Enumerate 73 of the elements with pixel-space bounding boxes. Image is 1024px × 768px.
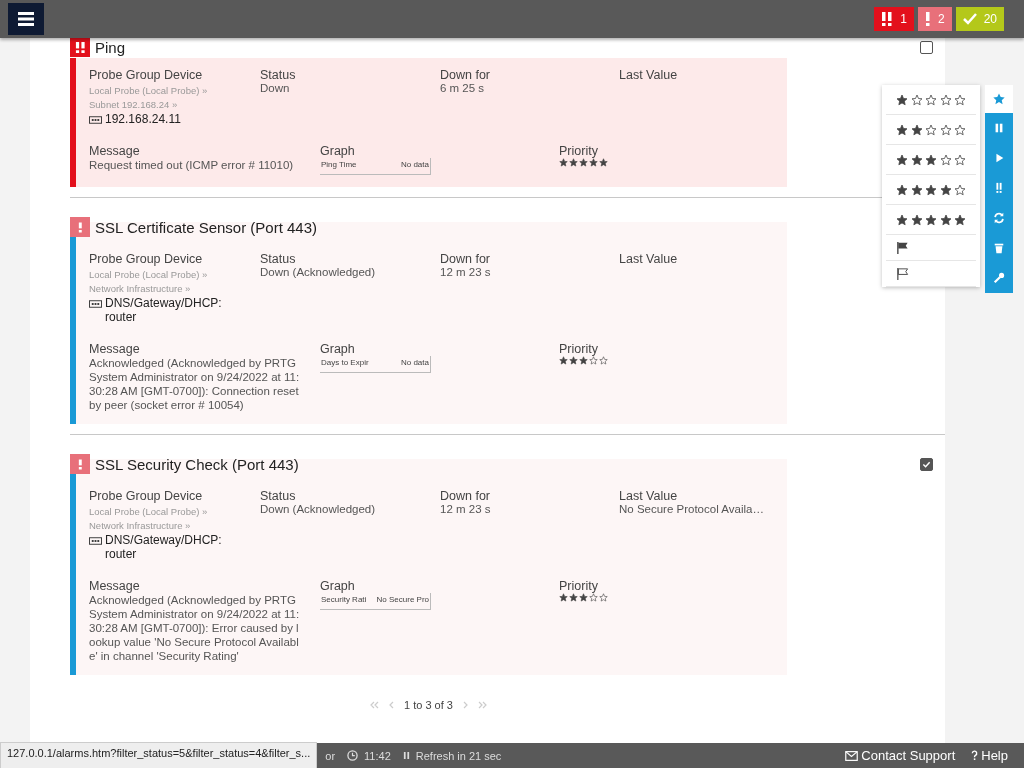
- field-label: Status: [260, 252, 296, 266]
- refresh-countdown: Refresh in 21 sec: [415, 749, 502, 762]
- duration-value: 12 m 23 s: [440, 503, 491, 515]
- sensor-title[interactable]: SSL Certificate Sensor (Port 443): [95, 218, 318, 236]
- device-icon: [89, 116, 102, 124]
- device-link[interactable]: DNS/Gateway/DHCP: router: [105, 296, 245, 324]
- device-icon: [89, 537, 102, 545]
- flag-icon[interactable]: [896, 241, 909, 254]
- device-icon: [89, 300, 102, 308]
- graph-channel: Security Rati: [321, 595, 367, 604]
- menu-button[interactable]: [8, 3, 44, 35]
- contact-support-link[interactable]: Contact Support: [845, 748, 956, 763]
- field-label: Down for: [440, 489, 491, 503]
- footer-text: or: [325, 749, 336, 762]
- message-text: Acknowledged (Acknowledged by PRTG System Administrator on 9/24/2022 at 11:30:28 AM [GMT-0700]): Connection reset by peer (socket error # 10054): [89, 356, 301, 412]
- sensor-title[interactable]: Ping: [95, 38, 126, 56]
- status-badge[interactable]: 1: [874, 7, 914, 31]
- field-label: Status: [260, 489, 296, 503]
- duration-value: 12 m 23 s: [440, 266, 491, 278]
- graph-value: No Secure Pro: [376, 595, 429, 604]
- field-label: Priority: [559, 342, 598, 356]
- field-label: Priority: [559, 144, 598, 158]
- status-value: Down (Acknowledged): [260, 266, 376, 278]
- envelope-icon[interactable]: [845, 750, 859, 761]
- device-link[interactable]: DNS/Gateway/DHCP: router: [105, 533, 245, 561]
- link-url-tooltip: 127.0.0.1/alarms.htm?filter_status=5&filter_status=4&filter_s...: [0, 742, 318, 768]
- duration-value: 6 m 25 s: [440, 82, 485, 94]
- graph-channel: Days to Expir: [321, 358, 369, 367]
- status-value: Down: [260, 82, 290, 94]
- field-label: Status: [260, 68, 296, 82]
- clock-icon: [347, 750, 359, 761]
- wrench-icon[interactable]: [985, 263, 1013, 293]
- field-label: Down for: [440, 252, 491, 266]
- graph-value: No data: [400, 358, 429, 367]
- field-label: Probe Group Device: [89, 68, 203, 82]
- field-label: Message: [89, 144, 140, 158]
- last-value: No Secure Protocol Availa…: [619, 503, 764, 515]
- mini-graph[interactable]: Ping Time No data: [320, 158, 431, 175]
- page-info: 1 to 3 of 3: [404, 699, 453, 711]
- field-label: Graph: [320, 144, 355, 158]
- field-label: Down for: [440, 68, 491, 82]
- priority-stars[interactable]: [896, 153, 966, 166]
- field-label: Priority: [559, 579, 598, 593]
- field-label: Message: [89, 342, 140, 356]
- flag-outline-icon[interactable]: [896, 267, 909, 280]
- device-link[interactable]: 192.168.24.11: [105, 112, 245, 126]
- message-text: Request timed out (ICMP error # 11010): [89, 158, 295, 172]
- status-value: Down (Acknowledged): [260, 503, 376, 515]
- field-label: Last Value: [619, 68, 678, 82]
- field-label: Graph: [320, 342, 355, 356]
- field-label: Last Value: [619, 252, 678, 266]
- field-label: Probe Group Device: [89, 252, 203, 266]
- question-mark-icon[interactable]: [971, 750, 979, 761]
- menu-icon[interactable]: [18, 12, 34, 26]
- message-text: Acknowledged (Acknowledged by PRTG System Administrator on 9/24/2022 at 11:30:28 AM [GMT-0700]): Error caused by lookup value 'No Secure Protocol Available' in channel 'Security Rating': [89, 593, 301, 663]
- priority-stars[interactable]: [896, 213, 966, 226]
- field-label: Graph: [320, 579, 355, 593]
- mini-graph[interactable]: Security Rati No Secure Pro: [320, 593, 431, 610]
- select-checkbox[interactable]: [920, 40, 933, 54]
- help-link[interactable]: Help: [971, 748, 1008, 763]
- field-label: Message: [89, 579, 140, 593]
- graph-value: No data: [400, 160, 429, 169]
- mini-graph[interactable]: Days to Expir No data: [320, 356, 431, 373]
- graph-channel: Ping Time: [321, 160, 357, 169]
- field-label: Last Value: [619, 489, 678, 503]
- pause-icon[interactable]: [402, 751, 410, 760]
- field-label: Probe Group Device: [89, 489, 203, 503]
- priority-stars[interactable]: [896, 93, 966, 106]
- pause-icon[interactable]: [985, 113, 1013, 143]
- priority-stars[interactable]: [896, 183, 966, 196]
- time-text: 11:42: [364, 749, 391, 762]
- sensor-title[interactable]: SSL Security Check (Port 443): [95, 455, 299, 473]
- priority-stars[interactable]: [896, 123, 966, 136]
